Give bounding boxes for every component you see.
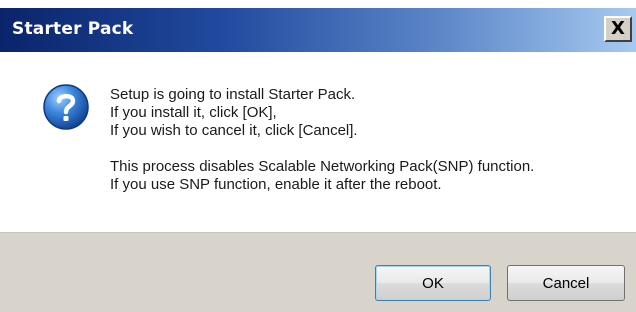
close-icon: X xyxy=(611,18,625,39)
message-line: This process disables Scalable Networkin… xyxy=(110,158,535,175)
message-line: Setup is going to install Starter Pack. xyxy=(110,86,356,103)
dialog-content: Setup is going to install Starter Pack. … xyxy=(0,52,636,232)
window-title: Starter Pack xyxy=(12,19,134,39)
message-dialog: Starter Pack X Setup is going to install… xyxy=(0,0,636,312)
title-bar[interactable]: Starter Pack X xyxy=(0,0,636,52)
message-spacer xyxy=(110,140,534,158)
message-line: If you use SNP function, enable it after… xyxy=(110,176,442,193)
cancel-button[interactable]: Cancel xyxy=(507,265,625,301)
dialog-message: Setup is going to install Starter Pack. … xyxy=(110,86,534,194)
message-line: If you wish to cancel it, click [Cancel]… xyxy=(110,122,358,139)
ok-button[interactable]: OK xyxy=(375,265,491,301)
question-icon xyxy=(43,84,89,130)
button-bar: OK Cancel xyxy=(0,232,636,312)
close-button[interactable]: X xyxy=(604,16,632,42)
message-line: If you install it, click [OK], xyxy=(110,104,277,121)
